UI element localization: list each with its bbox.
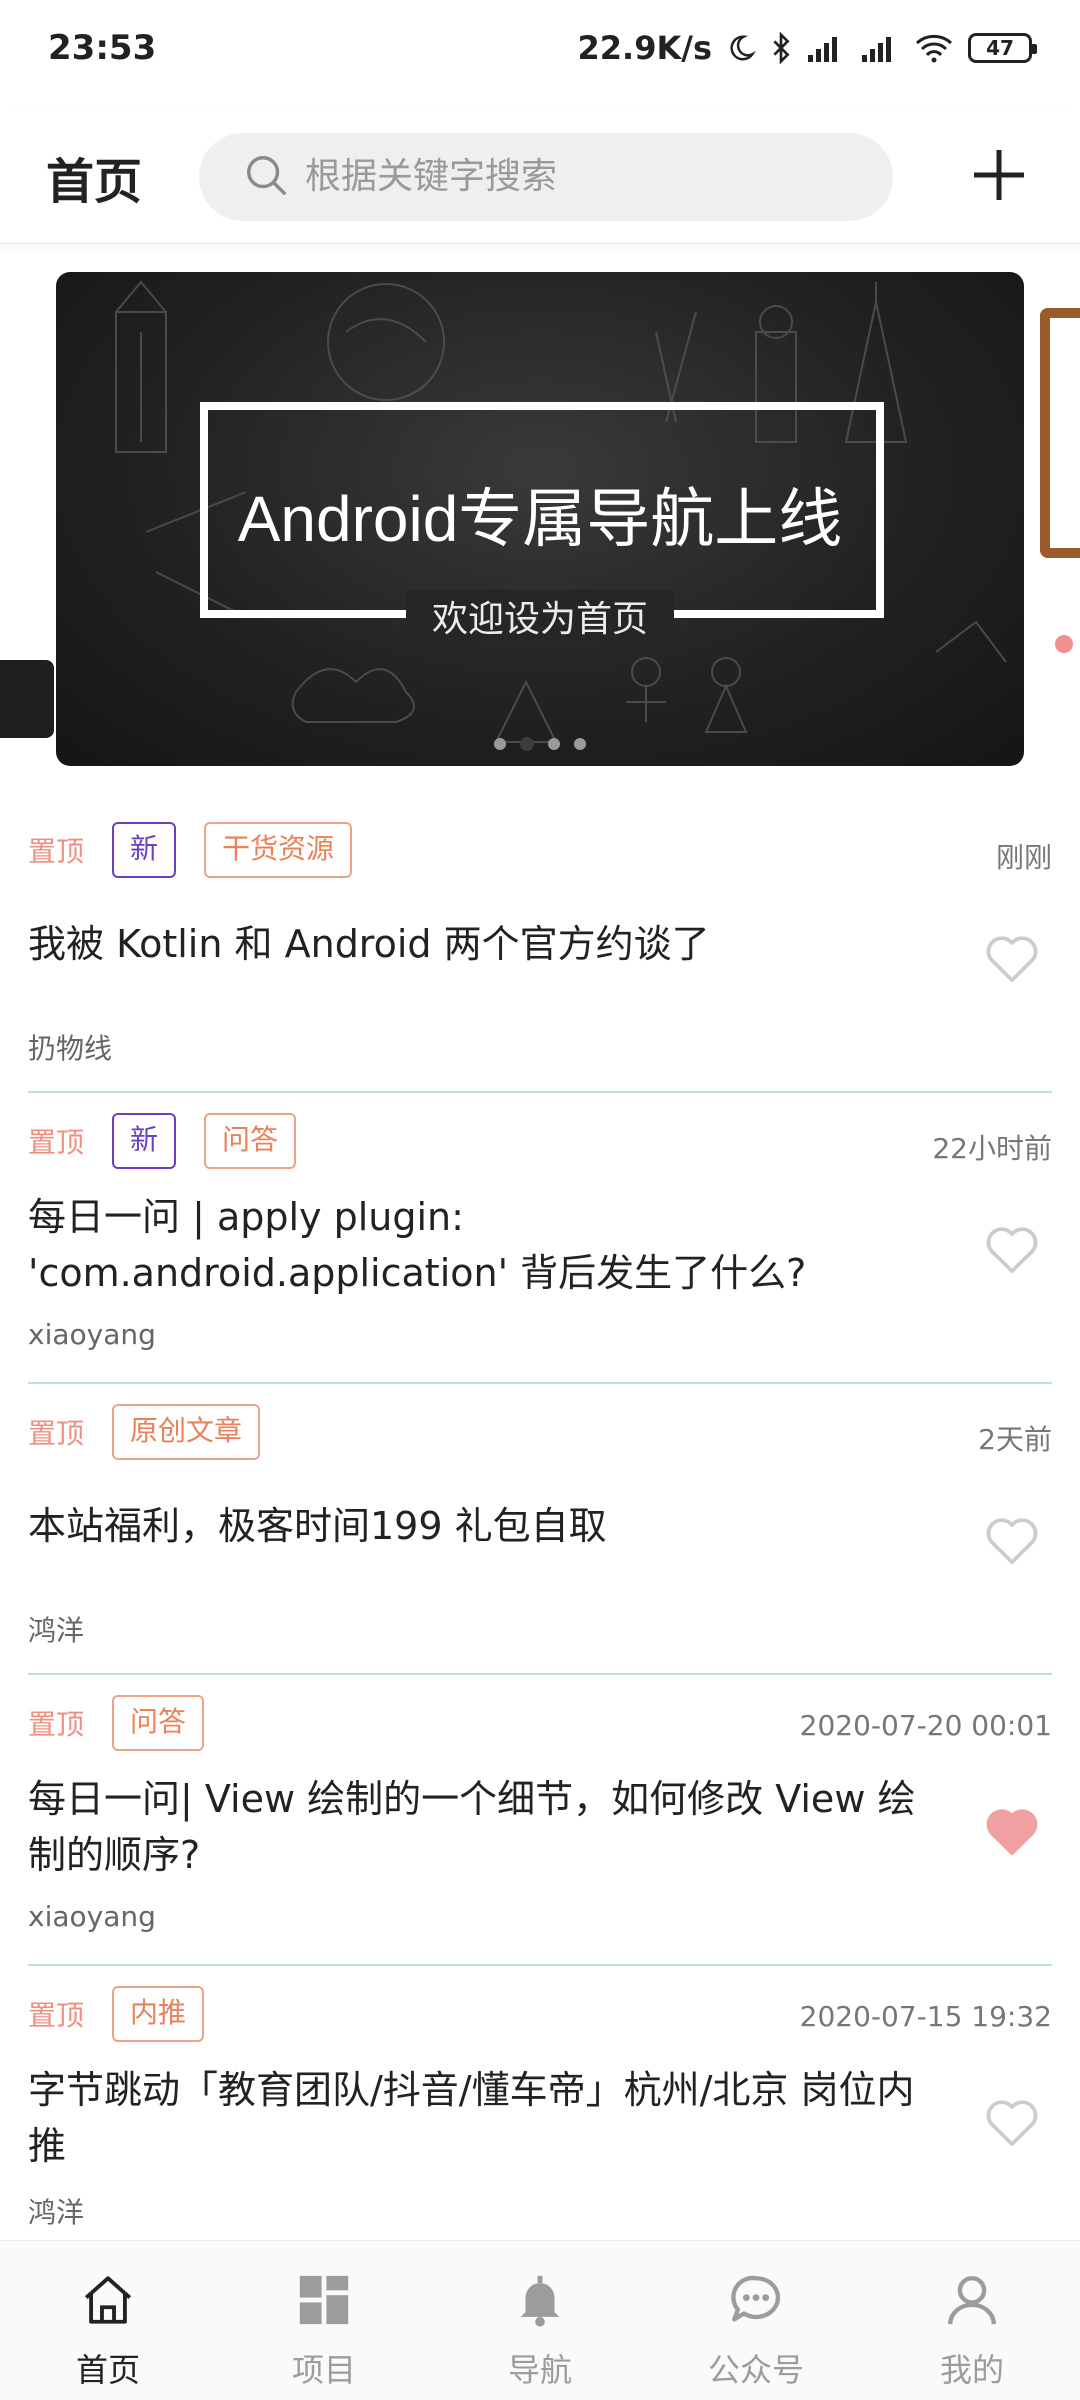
banner-carousel[interactable]: Android专属导航上线 欢迎设为首页 — [56, 272, 1024, 766]
nav-item-official-accounts[interactable]: 公众号 — [648, 2241, 864, 2391]
pinned-label: 置顶 — [28, 1999, 85, 2032]
article-title[interactable]: 字节跳动「教育团队/抖音/懂车帝」杭州/北京 岗位内推 — [28, 2062, 928, 2174]
bottom-navigation: 首页 项目 导航 公众号 我的 — [0, 2240, 1080, 2400]
article-time: 22小时前 — [932, 1132, 1052, 1165]
article-list: 置顶 新 干货资源 刚刚 我被 Kotlin 和 Android 两个官方约谈了… — [28, 802, 1052, 2257]
search-input[interactable] — [305, 156, 865, 197]
article-item[interactable]: 置顶 问答 2020-07-20 00:01 每日一问| View 绘制的一个细… — [28, 1675, 1052, 1966]
network-speed: 22.9K/s — [577, 29, 712, 67]
tag-badge[interactable]: 干货资源 — [204, 822, 353, 878]
carousel-dot[interactable] — [548, 738, 560, 750]
article-item[interactable]: 置顶 内推 2020-07-15 19:32 字节跳动「教育团队/抖音/懂车帝」… — [28, 1966, 1052, 2257]
article-tags: 置顶 原创文章 — [28, 1404, 261, 1460]
heart-icon[interactable] — [984, 1223, 1040, 1275]
article-author[interactable]: xiaoyang — [28, 1318, 156, 1351]
banner-subtitle-wrap: 欢迎设为首页 — [56, 590, 1024, 642]
battery-level: 47 — [986, 36, 1014, 60]
heart-icon[interactable] — [984, 932, 1040, 984]
status-icons: 22.9K/s 47 — [577, 29, 1037, 67]
article-title[interactable]: 本站福利，极客时间199 礼包自取 — [28, 1498, 928, 1554]
article-author[interactable]: 鸿洋 — [28, 2191, 84, 2231]
article-author[interactable]: 鸿洋 — [28, 1609, 84, 1649]
wifi-icon — [914, 33, 954, 63]
article-author[interactable]: 扔物线 — [28, 1027, 112, 1067]
plus-icon — [969, 145, 1029, 209]
carousel-dot-active[interactable] — [520, 737, 534, 751]
article-tags: 置顶 新 干货资源 — [28, 822, 353, 878]
signal-icon — [806, 33, 846, 63]
signal-icon — [860, 33, 900, 63]
banner-next-slide[interactable] — [1040, 308, 1080, 558]
article-time: 2020-07-20 00:01 — [799, 1709, 1052, 1742]
pinned-label: 置顶 — [28, 835, 85, 868]
article-item[interactable]: 置顶 新 问答 22小时前 每日一问 | apply plugin: 'com.… — [28, 1093, 1052, 1384]
article-title[interactable]: 每日一问| View 绘制的一个细节，如何修改 View 绘制的顺序? — [28, 1771, 928, 1883]
nav-label: 项目 — [291, 2351, 356, 2389]
article-author[interactable]: xiaoyang — [28, 1900, 156, 1933]
pinned-label: 置顶 — [28, 1417, 85, 1450]
article-tags: 置顶 内推 — [28, 1986, 205, 2042]
banner-title: Android专属导航上线 — [237, 483, 843, 555]
status-time: 23:53 — [48, 28, 157, 68]
tag-badge[interactable]: 原创文章 — [112, 1404, 261, 1460]
banner-subtitle: 欢迎设为首页 — [405, 590, 674, 642]
carousel-dot[interactable] — [574, 738, 586, 750]
heart-icon[interactable] — [984, 1514, 1040, 1566]
tag-badge[interactable]: 内推 — [112, 1986, 205, 2042]
banner-previous-slide[interactable] — [0, 660, 54, 738]
add-button[interactable] — [964, 142, 1034, 212]
status-bar: 23:53 22.9K/s 47 — [0, 0, 1080, 96]
page-title: 首页 — [46, 153, 143, 210]
pinned-label: 置顶 — [28, 1126, 85, 1159]
article-item[interactable]: 置顶 新 干货资源 刚刚 我被 Kotlin 和 Android 两个官方约谈了… — [28, 802, 1052, 1093]
pinned-label: 置顶 — [28, 1708, 85, 1741]
top-app-bar: 首页 — [0, 110, 1080, 244]
tag-badge[interactable]: 问答 — [204, 1113, 297, 1169]
nav-item-mine[interactable]: 我的 — [864, 2241, 1080, 2391]
article-item[interactable]: 置顶 原创文章 2天前 本站福利，极客时间199 礼包自取 鸿洋 — [28, 1384, 1052, 1675]
bluetooth-icon — [770, 32, 792, 64]
grid-icon — [295, 2271, 353, 2333]
nav-item-navigation[interactable]: 导航 — [432, 2241, 648, 2391]
carousel-indicator — [56, 737, 1024, 751]
article-tags: 置顶 问答 — [28, 1695, 205, 1751]
article-title[interactable]: 我被 Kotlin 和 Android 两个官方约谈了 — [28, 916, 928, 972]
search-icon — [243, 152, 289, 202]
tag-badge: 新 — [112, 822, 177, 878]
tag-badge: 新 — [112, 1113, 177, 1169]
nav-item-home[interactable]: 首页 — [0, 2241, 216, 2391]
article-time: 刚刚 — [995, 841, 1052, 874]
heart-filled-icon[interactable] — [984, 1805, 1040, 1857]
heart-icon[interactable] — [984, 2096, 1040, 2148]
nav-label: 首页 — [75, 2351, 140, 2389]
article-time: 2020-07-15 19:32 — [799, 2000, 1052, 2033]
tag-badge[interactable]: 问答 — [112, 1695, 205, 1751]
nav-label: 我的 — [939, 2351, 1004, 2389]
bell-icon — [511, 2271, 569, 2333]
carousel-dot[interactable] — [494, 738, 506, 750]
search-bar[interactable] — [199, 132, 893, 221]
nav-label: 公众号 — [707, 2351, 804, 2389]
home-icon — [79, 2271, 137, 2333]
banner-next-slide-decoration — [1055, 635, 1073, 653]
battery-icon: 47 — [968, 33, 1037, 63]
nav-item-projects[interactable]: 项目 — [216, 2241, 432, 2391]
moon-icon — [726, 33, 756, 63]
article-time: 2天前 — [978, 1423, 1052, 1456]
chat-icon — [727, 2271, 785, 2333]
article-title[interactable]: 每日一问 | apply plugin: 'com.android.applic… — [28, 1189, 928, 1301]
article-tags: 置顶 新 问答 — [28, 1113, 297, 1169]
person-icon — [943, 2271, 1001, 2333]
nav-label: 导航 — [507, 2351, 572, 2389]
